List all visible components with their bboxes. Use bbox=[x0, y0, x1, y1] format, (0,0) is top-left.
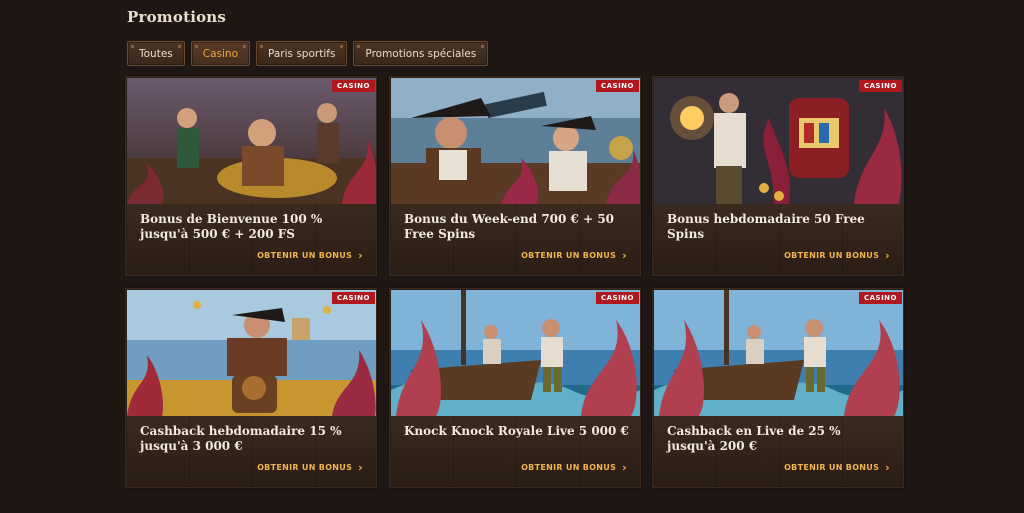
kraken-attacking-ship-image: CASINO bbox=[654, 290, 903, 416]
casino-badge: CASINO bbox=[331, 80, 375, 92]
chevron-right-icon: › bbox=[885, 460, 890, 474]
promotion-title: Knock Knock Royale Live 5 000 € bbox=[404, 424, 629, 438]
promotion-title: Bonus hebdomadaire 50 Free Spins bbox=[667, 212, 865, 241]
promotion-card[interactable]: CASINO Bonus du Week-end 700 € + 50 Free… bbox=[389, 76, 641, 276]
get-bonus-button[interactable]: OBTENIR UN BONUS › bbox=[784, 460, 890, 474]
get-bonus-button[interactable]: OBTENIR UN BONUS › bbox=[521, 460, 627, 474]
promotion-card[interactable]: CASINO Knock Knock Royale Live 5 000 € O… bbox=[389, 288, 641, 488]
casino-badge: CASINO bbox=[595, 292, 639, 304]
chevron-right-icon: › bbox=[358, 460, 363, 474]
get-bonus-button[interactable]: OBTENIR UN BONUS › bbox=[257, 460, 363, 474]
get-bonus-label: OBTENIR UN BONUS bbox=[521, 463, 617, 472]
chevron-right-icon: › bbox=[622, 248, 627, 262]
promotion-tabs: Toutes Casino Paris sportifs Promotions … bbox=[127, 41, 489, 66]
pirate-crew-treasure-image: CASINO bbox=[127, 78, 376, 204]
pirate-king-on-barrel-image: CASINO bbox=[127, 290, 376, 416]
tab-casino[interactable]: Casino bbox=[190, 41, 250, 66]
page-title: Promotions bbox=[127, 8, 227, 26]
chevron-right-icon: › bbox=[358, 248, 363, 262]
tab-promotions-speciales[interactable]: Promotions spéciales bbox=[353, 41, 489, 66]
kraken-attacking-ship-image: CASINO bbox=[391, 290, 640, 416]
promotions-page: Promotions Toutes Casino Paris sportifs … bbox=[0, 0, 1024, 513]
get-bonus-button[interactable]: OBTENIR UN BONUS › bbox=[257, 248, 363, 262]
get-bonus-label: OBTENIR UN BONUS bbox=[257, 251, 353, 260]
promotion-title: Bonus de Bienvenue 100 % jusqu'à 500 € +… bbox=[140, 212, 323, 241]
get-bonus-label: OBTENIR UN BONUS bbox=[257, 463, 353, 472]
get-bonus-button[interactable]: OBTENIR UN BONUS › bbox=[521, 248, 627, 262]
tab-paris-sportifs[interactable]: Paris sportifs bbox=[256, 41, 348, 66]
tab-toutes[interactable]: Toutes bbox=[127, 41, 185, 66]
casino-badge: CASINO bbox=[858, 80, 902, 92]
promotion-card[interactable]: CASINO Cashback en Live de 25 % jusqu'à … bbox=[652, 288, 904, 488]
casino-badge: CASINO bbox=[595, 80, 639, 92]
get-bonus-label: OBTENIR UN BONUS bbox=[784, 251, 880, 260]
pirate-lantern-slot-machine-image: CASINO bbox=[654, 78, 903, 204]
chevron-right-icon: › bbox=[885, 248, 890, 262]
promotion-title: Cashback hebdomadaire 15 % jusqu'à 3 000… bbox=[140, 424, 342, 453]
chevron-right-icon: › bbox=[622, 460, 627, 474]
get-bonus-label: OBTENIR UN BONUS bbox=[521, 251, 617, 260]
casino-badge: CASINO bbox=[331, 292, 375, 304]
pirate-captain-and-lady-image: CASINO bbox=[391, 78, 640, 204]
promotion-card[interactable]: CASINO Bonus de Bienvenue 100 % jusqu'à … bbox=[125, 76, 377, 276]
promotion-title: Cashback en Live de 25 % jusqu'à 200 € bbox=[667, 424, 841, 453]
promotion-card[interactable]: CASINO Cashback hebdomadaire 15 % jusqu'… bbox=[125, 288, 377, 488]
promotion-title: Bonus du Week-end 700 € + 50 Free Spins bbox=[404, 212, 615, 241]
get-bonus-button[interactable]: OBTENIR UN BONUS › bbox=[784, 248, 890, 262]
casino-badge: CASINO bbox=[858, 292, 902, 304]
promotion-card[interactable]: CASINO Bonus hebdomadaire 50 Free Spins … bbox=[652, 76, 904, 276]
get-bonus-label: OBTENIR UN BONUS bbox=[784, 463, 880, 472]
